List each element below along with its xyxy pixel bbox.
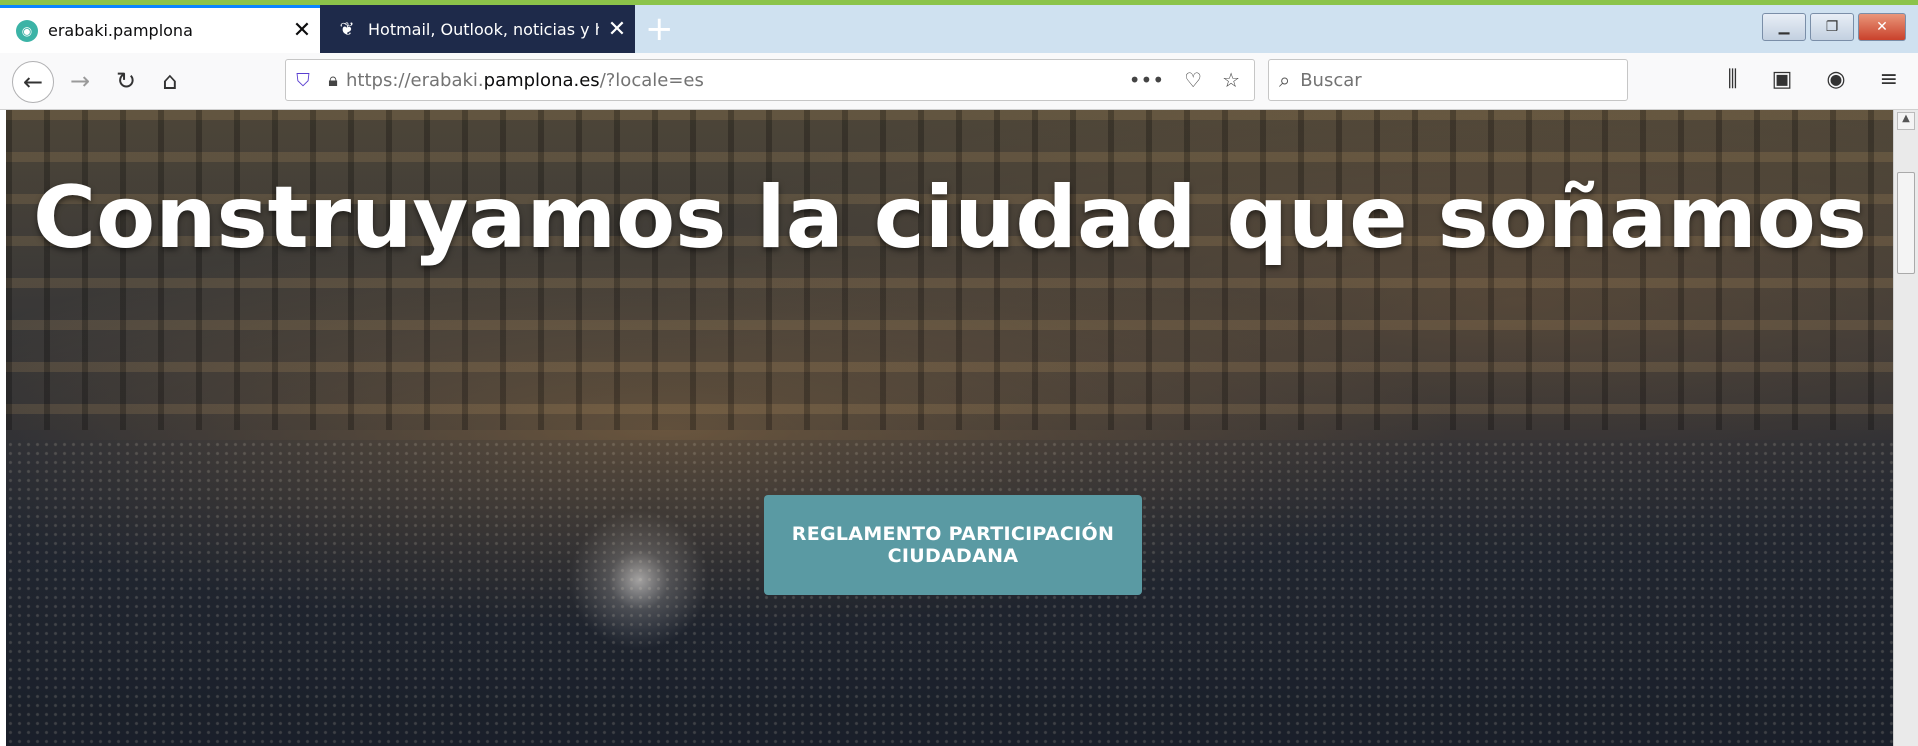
tab-title: erabaki.pamplona xyxy=(48,21,193,40)
tab-hotmail[interactable]: ❦ Hotmail, Outlook, noticias y ho ✕ xyxy=(320,5,635,53)
tab-strip: ◉ erabaki.pamplona ✕ ❦ Hotmail, Outlook,… xyxy=(0,5,1918,53)
menu-icon[interactable]: ≡ xyxy=(1880,67,1898,92)
reload-icon[interactable]: ↻ xyxy=(106,61,146,101)
close-tab-icon[interactable]: ✕ xyxy=(599,17,635,42)
erabaki-favicon-icon: ◉ xyxy=(16,19,38,42)
address-bar[interactable]: ⛉ 🔒︎ https://erabaki.pamplona.es/?locale… xyxy=(285,59,1255,101)
close-window-icon[interactable]: ✕ xyxy=(1858,13,1906,41)
forward-arrow-icon[interactable]: → xyxy=(60,61,100,101)
search-icon: ⌕ xyxy=(1279,68,1291,92)
navigation-toolbar: ← → ↻ ⌂ ⛉ 🔒︎ https://erabaki.pamplona.es… xyxy=(0,53,1918,110)
tracking-shield-icon[interactable]: ⛉ xyxy=(286,70,320,91)
search-placeholder: Buscar xyxy=(1300,69,1362,91)
reglamento-button[interactable]: REGLAMENTO PARTICIPACIÓN CIUDADANA xyxy=(764,495,1142,595)
vertical-scrollbar[interactable]: ▲ xyxy=(1893,110,1918,746)
hero-headline: Construyamos la ciudad que soñamos xyxy=(33,168,1867,268)
hero-background-buildings xyxy=(6,110,1894,430)
search-input[interactable]: ⌕ Buscar xyxy=(1268,59,1628,101)
page-actions-icon[interactable]: ••• xyxy=(1129,68,1164,92)
restore-icon[interactable]: ❐ xyxy=(1810,13,1854,41)
window-controls: ▁ ❐ ✕ xyxy=(1762,13,1906,41)
library-icon[interactable]: ⫼ xyxy=(1727,67,1737,92)
bookmark-star-icon[interactable]: ☆ xyxy=(1222,68,1240,92)
new-tab-icon[interactable]: + xyxy=(645,10,674,48)
back-arrow-icon[interactable]: ← xyxy=(12,61,54,103)
msn-butterfly-icon: ❦ xyxy=(339,18,355,40)
minimize-icon[interactable]: ▁ xyxy=(1762,13,1806,41)
hero-section: Construyamos la ciudad que soñamos REGLA… xyxy=(6,110,1894,746)
url-text[interactable]: https://erabaki.pamplona.es/?locale=es xyxy=(346,70,1129,91)
close-tab-icon[interactable]: ✕ xyxy=(284,18,320,43)
tab-title: Hotmail, Outlook, noticias y ho xyxy=(368,19,599,39)
tab-erabaki[interactable]: ◉ erabaki.pamplona ✕ xyxy=(0,5,320,53)
pocket-icon[interactable]: ♡ xyxy=(1184,68,1202,92)
home-icon[interactable]: ⌂ xyxy=(150,61,190,101)
scroll-thumb[interactable] xyxy=(1897,172,1915,274)
account-icon[interactable]: ◉ xyxy=(1826,67,1845,92)
lock-warning-icon[interactable]: 🔒︎ xyxy=(320,70,346,91)
sidebar-icon[interactable]: ▣ xyxy=(1772,67,1793,92)
scroll-up-icon[interactable]: ▲ xyxy=(1897,112,1915,130)
